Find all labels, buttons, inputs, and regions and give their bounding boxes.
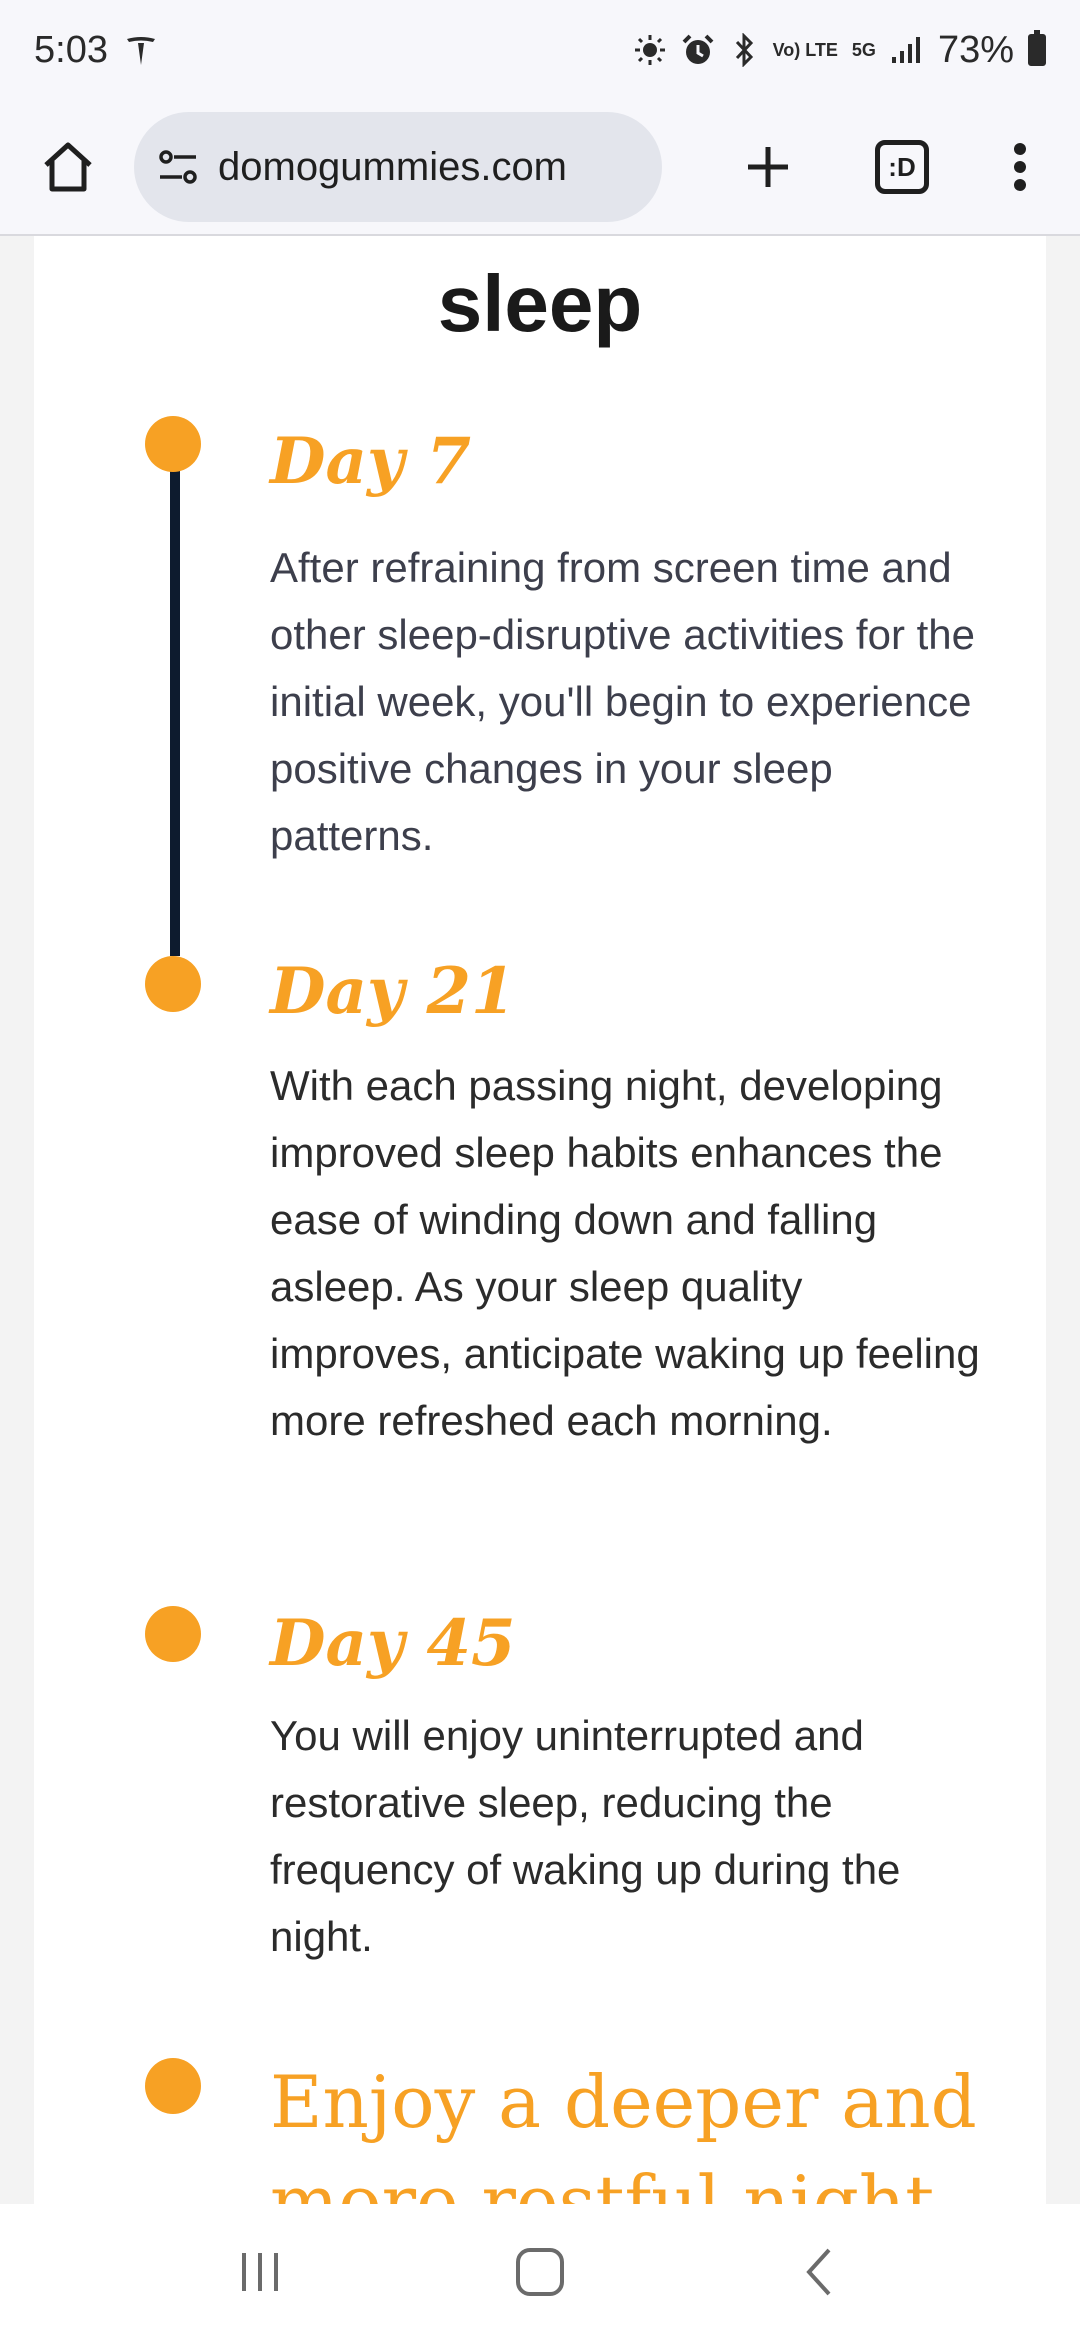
recent-apps-button[interactable]	[200, 2222, 320, 2322]
status-bar: 5:03 Vo) LTE 5G 73%	[0, 0, 1080, 100]
timeline-dot-3	[145, 1606, 201, 1662]
bluetooth-icon	[729, 33, 759, 67]
back-button[interactable]	[760, 2222, 880, 2322]
home-icon	[44, 142, 92, 192]
tab-switcher-label: :D	[888, 151, 916, 182]
timeline-title-3: Day 45	[270, 1606, 516, 1681]
signal-icon	[890, 35, 924, 65]
volte-icon: Vo) LTE	[772, 40, 838, 60]
timeline-progress-line	[170, 436, 180, 956]
brightness-icon	[633, 33, 667, 67]
page-content: sleep Day 7 After refraining from screen…	[34, 236, 1046, 2204]
more-vert-icon	[1014, 143, 1026, 191]
timeline-dot-1	[145, 416, 201, 472]
address-bar[interactable]: domogummies.com	[134, 112, 662, 222]
home-square-icon	[516, 2248, 564, 2296]
home-nav-button[interactable]	[480, 2222, 600, 2322]
browser-toolbar: domogummies.com :D	[0, 100, 1080, 236]
tab-switcher-button[interactable]: :D	[856, 121, 948, 213]
site-settings-icon[interactable]	[156, 145, 200, 189]
timeline-text-3: You will enjoy uninterrupted and restora…	[270, 1712, 901, 1960]
recents-icon	[242, 2253, 278, 2291]
timeline-dot-4	[145, 2058, 201, 2114]
timeline-text-1: After refraining from screen time and ot…	[270, 544, 975, 859]
timeline-text-2: With each passing night, developing impr…	[270, 1062, 980, 1444]
overflow-menu-button[interactable]	[990, 121, 1050, 213]
timeline-final-title: Enjoy a deeper and more restful night	[270, 2060, 977, 2204]
clock-time: 5:03	[34, 28, 108, 71]
url-text: domogummies.com	[218, 144, 568, 189]
alarm-icon	[681, 33, 715, 67]
5g-icon: 5G	[851, 40, 876, 60]
battery-percent: 73%	[937, 28, 1014, 71]
system-navigation-bar	[0, 2204, 1080, 2340]
tesla-icon	[124, 33, 158, 67]
plus-icon	[748, 147, 788, 187]
battery-icon	[1028, 30, 1046, 66]
home-button[interactable]	[22, 121, 114, 213]
timeline-title-2: Day 21	[270, 954, 516, 1029]
back-chevron-icon	[806, 2248, 831, 2296]
timeline-title-1: Day 7	[270, 424, 471, 499]
tab-switcher-icon: :D	[875, 140, 929, 194]
timeline-dot-2	[145, 956, 201, 1012]
new-tab-button[interactable]	[722, 121, 814, 213]
section-heading: sleep	[437, 259, 643, 348]
